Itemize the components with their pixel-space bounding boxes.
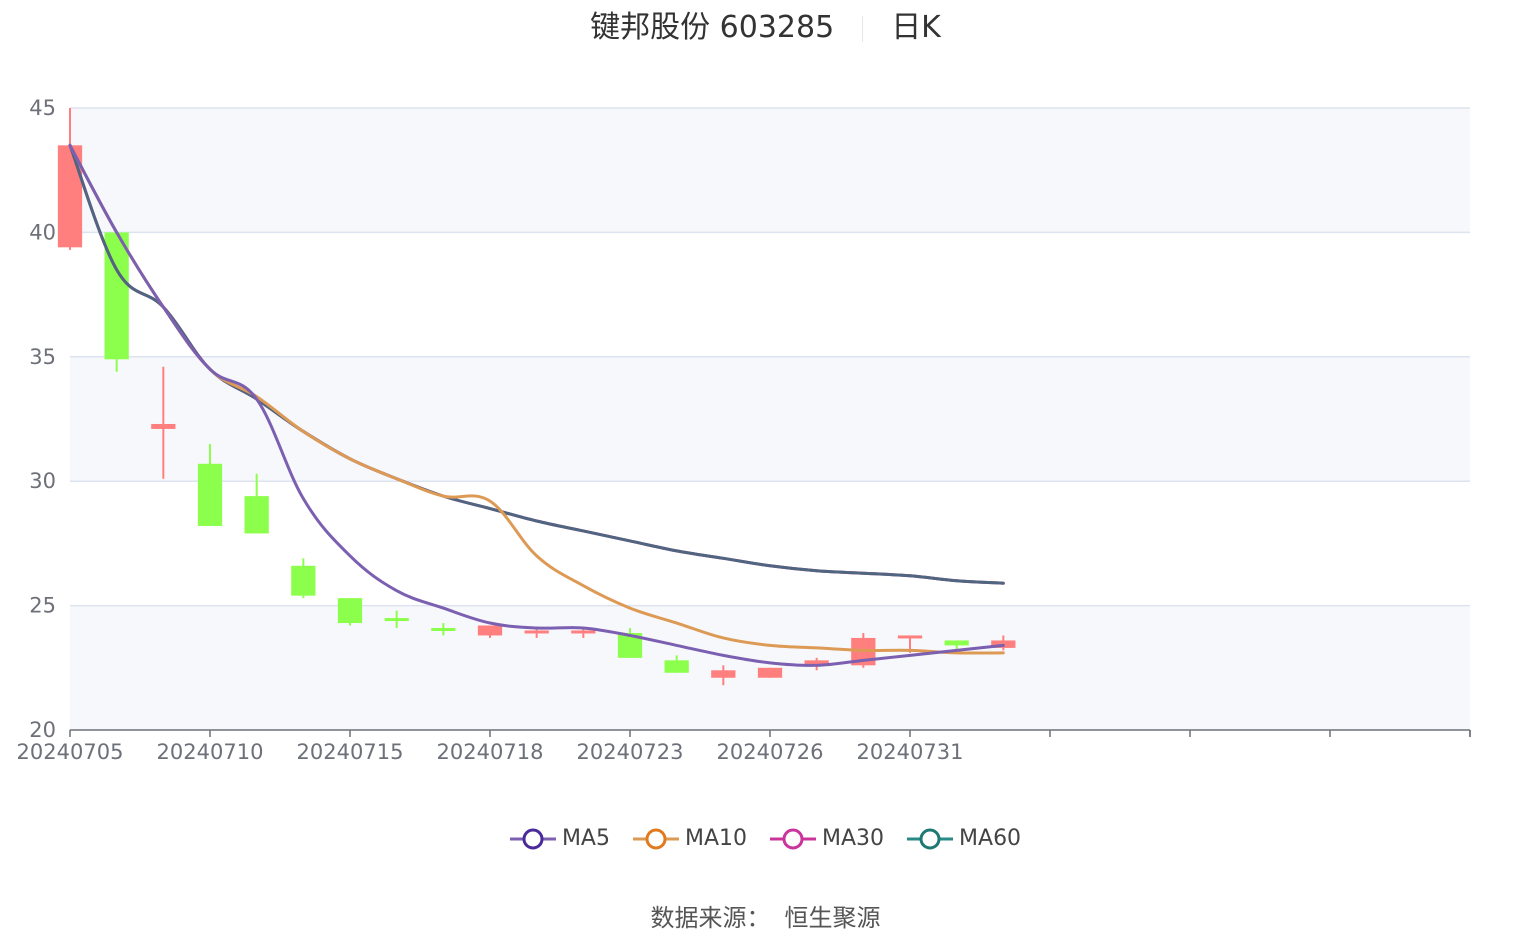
y-tick-label: 20 (29, 718, 56, 742)
candle-body (151, 423, 176, 429)
legend-label-ma10: MA10 (684, 826, 747, 851)
candle-body (291, 565, 316, 596)
data-source: 数据来源： 恒生聚源 (0, 898, 1531, 933)
candle-body (384, 618, 409, 622)
x-tick-label: 20240710 (157, 740, 264, 764)
x-tick-label: 20240726 (717, 740, 824, 764)
candle-body (757, 667, 783, 678)
y-tick-label: 25 (29, 594, 56, 618)
candle-body (711, 670, 736, 678)
candle-body (337, 598, 363, 624)
candle-body (664, 660, 689, 673)
y-tick-label: 40 (29, 220, 56, 244)
legend-label-ma5: MA5 (561, 826, 610, 851)
legend-label-ma60: MA60 (959, 826, 1022, 851)
legend-marker-ma5 (509, 828, 556, 849)
legend-label-ma30: MA30 (822, 826, 885, 851)
y-tick-label: 30 (29, 469, 56, 493)
y-tick-label: 35 (29, 345, 56, 369)
legend-item-ma30[interactable]: MA30 (770, 826, 884, 851)
source-value: 恒生聚源 (784, 904, 881, 932)
candle (244, 473, 269, 534)
candle (337, 598, 363, 626)
grid-band (70, 356, 1470, 482)
candle-body (244, 496, 269, 534)
y-tick-label: 45 (29, 96, 56, 120)
candle-body (524, 630, 549, 634)
candle (757, 667, 783, 678)
legend-marker-ma60 (907, 828, 954, 849)
x-tick-label: 20240723 (577, 740, 684, 764)
candle-body (197, 463, 223, 526)
legend-marker-ma10 (632, 828, 679, 849)
candlestick-chart: 20 25 30 35 40 45 20240705 20240710 20240715 2024… (17, 96, 1471, 764)
candle-body (897, 635, 923, 639)
x-tick-label: 20240715 (297, 740, 404, 764)
legend-marker-ma30 (770, 828, 816, 849)
x-tick-label: 20240705 (17, 740, 124, 764)
x-tick-label: 20240731 (857, 740, 964, 764)
grid-band (70, 108, 1470, 233)
legend-item-ma5[interactable]: MA5 (509, 826, 610, 851)
legend-item-ma60[interactable]: MA60 (907, 826, 1021, 851)
candle-body (944, 640, 969, 646)
candle-body (431, 627, 456, 631)
legend-item-ma10[interactable]: MA10 (632, 826, 747, 851)
chart-legend: MA5 MA10 MA30 MA60 (0, 826, 1531, 857)
candle (291, 558, 316, 599)
candle-body (571, 630, 596, 634)
candle-body (477, 625, 503, 636)
source-label: 数据来源： (650, 904, 771, 932)
x-tick-label: 20240718 (437, 740, 544, 764)
